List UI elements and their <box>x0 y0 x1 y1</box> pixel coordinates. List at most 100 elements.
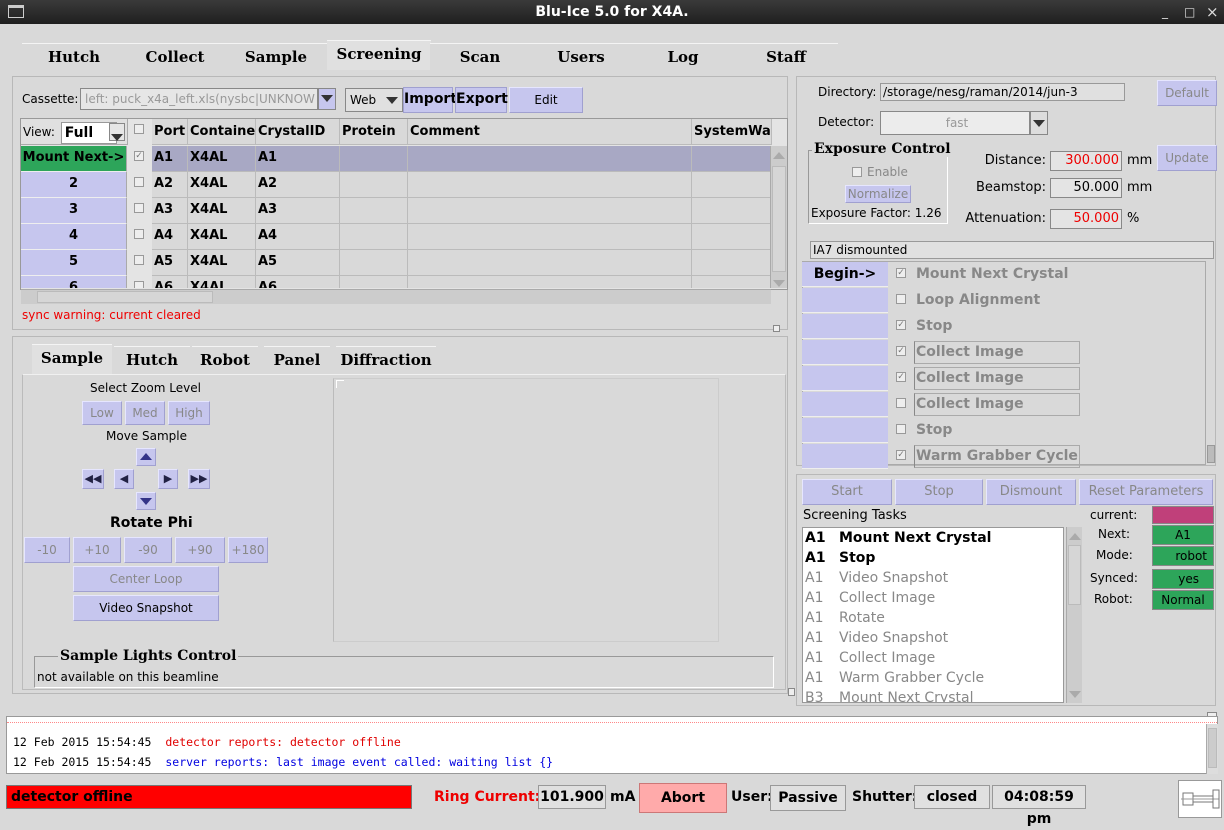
zoom-high-button[interactable]: High <box>168 401 210 425</box>
table-cell-port[interactable]: A1 <box>152 146 188 172</box>
rotate-minus-10-button[interactable]: -10 <box>24 537 70 563</box>
distance-field[interactable]: 300.000 <box>1050 151 1122 171</box>
cassette-dropdown-icon[interactable] <box>318 88 336 110</box>
sequence-row-marker[interactable] <box>802 366 888 391</box>
table-cell-crystalid[interactable]: A1 <box>256 146 340 172</box>
table-cell-comment[interactable] <box>408 172 692 198</box>
table-cell-comment[interactable] <box>408 198 692 224</box>
table-cell-protein[interactable] <box>340 224 408 250</box>
table-cell-container[interactable]: X4AL <box>188 250 256 276</box>
task-item[interactable]: A1 Stop <box>803 548 1063 568</box>
web-select[interactable]: Web <box>345 88 403 112</box>
task-item[interactable]: A1 Warm Grabber Cycle <box>803 668 1063 688</box>
sequence-step-label[interactable]: Warm Grabber Cycle <box>916 444 1078 469</box>
begin-button[interactable]: Begin-> <box>802 262 888 287</box>
export-button[interactable]: Export <box>455 87 508 113</box>
reset-parameters-button[interactable]: Reset Parameters <box>1079 479 1213 505</box>
subtab-robot[interactable]: Robot <box>192 346 258 373</box>
mount-next-button[interactable]: Mount Next-> <box>21 146 127 172</box>
row-checkbox[interactable] <box>134 177 144 187</box>
table-cell-systemwarning[interactable] <box>692 276 771 288</box>
row-number[interactable]: 4 <box>21 224 127 250</box>
column-header-comment[interactable]: Comment <box>408 119 692 145</box>
sequence-row-marker[interactable] <box>802 314 888 339</box>
rotate-plus-90-button[interactable]: +90 <box>175 537 225 563</box>
subtab-sample[interactable]: Sample <box>32 344 112 374</box>
sequence-checkbox[interactable]: ✓ <box>896 450 906 460</box>
sequence-checkbox[interactable] <box>896 424 906 434</box>
directory-field[interactable]: /storage/nesg/raman/2014/jun-3 <box>880 83 1125 101</box>
table-cell-crystalid[interactable]: A3 <box>256 198 340 224</box>
rotate-plus-10-button[interactable]: +10 <box>73 537 121 563</box>
table-cell-container[interactable]: X4AL <box>188 172 256 198</box>
row-checkbox[interactable] <box>134 229 144 239</box>
close-icon[interactable]: × <box>1206 0 1219 24</box>
sequence-step-label[interactable]: Collect Image <box>916 340 1024 365</box>
table-cell-comment[interactable] <box>408 250 692 276</box>
subtab-diffraction[interactable]: Diffraction <box>336 346 436 373</box>
table-cell-systemwarning[interactable] <box>692 198 771 224</box>
table-cell-systemwarning[interactable] <box>692 146 771 172</box>
tab-hutch[interactable]: Hutch <box>22 43 126 70</box>
table-cell-container[interactable]: X4AL <box>188 276 256 288</box>
tab-collect[interactable]: Collect <box>122 43 228 70</box>
rotate-minus-90-button[interactable]: -90 <box>124 537 172 563</box>
column-header-systemwarning[interactable]: SystemWa <box>692 119 772 145</box>
move-up-button[interactable] <box>136 448 156 466</box>
splitter-handle[interactable] <box>773 325 780 332</box>
table-cell-systemwarning[interactable] <box>692 172 771 198</box>
task-item[interactable]: A1 Collect Image <box>803 648 1063 668</box>
column-header-crystalid[interactable]: CrystalID <box>256 119 340 145</box>
column-header-container[interactable]: Containe <box>188 119 256 145</box>
sequence-checkbox[interactable] <box>896 398 906 408</box>
sequence-row-marker[interactable] <box>802 418 888 443</box>
rotate-plus-180-button[interactable]: +180 <box>228 537 268 563</box>
abort-button[interactable]: Abort <box>639 783 727 813</box>
attenuation-field[interactable]: 50.000 <box>1050 209 1122 229</box>
tab-screening[interactable]: Screening <box>327 40 431 70</box>
tasks-scrollbar[interactable] <box>1066 527 1082 703</box>
sequence-checkbox[interactable] <box>896 294 906 304</box>
sequence-row-marker[interactable] <box>802 392 888 417</box>
update-button[interactable]: Update <box>1157 145 1217 171</box>
start-button[interactable]: Start <box>802 479 892 505</box>
row-checkbox[interactable] <box>134 203 144 213</box>
task-item[interactable]: A1 Video Snapshot <box>803 568 1063 588</box>
table-cell-comment[interactable] <box>408 224 692 250</box>
table-cell-crystalid[interactable]: A4 <box>256 224 340 250</box>
dismount-button[interactable]: Dismount <box>986 479 1076 505</box>
screening-tasks-list[interactable]: A1 Mount Next Crystal A1 Stop A1 Video Snap… <box>802 527 1064 703</box>
table-horizontal-scrollbar[interactable] <box>21 289 771 304</box>
table-cell-port[interactable]: A2 <box>152 172 188 198</box>
move-fast-right-icon[interactable]: ▶▶ <box>188 469 210 489</box>
center-loop-button[interactable]: Center Loop <box>73 566 219 592</box>
column-header-protein[interactable]: Protein <box>340 119 408 145</box>
tab-log[interactable]: Log <box>632 43 734 70</box>
detector-dropdown-icon[interactable] <box>1030 111 1048 135</box>
subtab-panel[interactable]: Panel <box>264 346 330 373</box>
video-view[interactable] <box>333 378 719 642</box>
select-all-checkbox[interactable] <box>134 124 144 134</box>
edit-button[interactable]: Edit <box>509 87 583 113</box>
row-number[interactable]: 5 <box>21 250 127 276</box>
row-number[interactable]: 2 <box>21 172 127 198</box>
table-cell-comment[interactable] <box>408 146 692 172</box>
table-cell-port[interactable]: A6 <box>152 276 188 288</box>
tab-scan[interactable]: Scan <box>430 43 530 70</box>
sequence-checkbox[interactable]: ✓ <box>896 320 906 330</box>
video-snapshot-button[interactable]: Video Snapshot <box>73 595 219 621</box>
table-cell-container[interactable]: X4AL <box>188 198 256 224</box>
minimize-icon[interactable]: _ <box>1162 0 1168 24</box>
maximize-icon[interactable]: □ <box>1184 0 1195 24</box>
table-cell-container[interactable]: X4AL <box>188 224 256 250</box>
sequence-row-marker[interactable] <box>802 288 888 313</box>
beamstop-field[interactable]: 50.000 <box>1050 178 1122 198</box>
tab-sample[interactable]: Sample <box>225 43 327 70</box>
table-vertical-scrollbar[interactable] <box>770 146 787 288</box>
tab-users[interactable]: Users <box>530 43 632 70</box>
table-cell-crystalid[interactable]: A5 <box>256 250 340 276</box>
row-checkbox[interactable] <box>134 255 144 265</box>
move-down-button[interactable] <box>136 492 156 510</box>
row-checkbox[interactable]: ✓ <box>134 151 144 161</box>
zoom-low-button[interactable]: Low <box>82 401 122 425</box>
